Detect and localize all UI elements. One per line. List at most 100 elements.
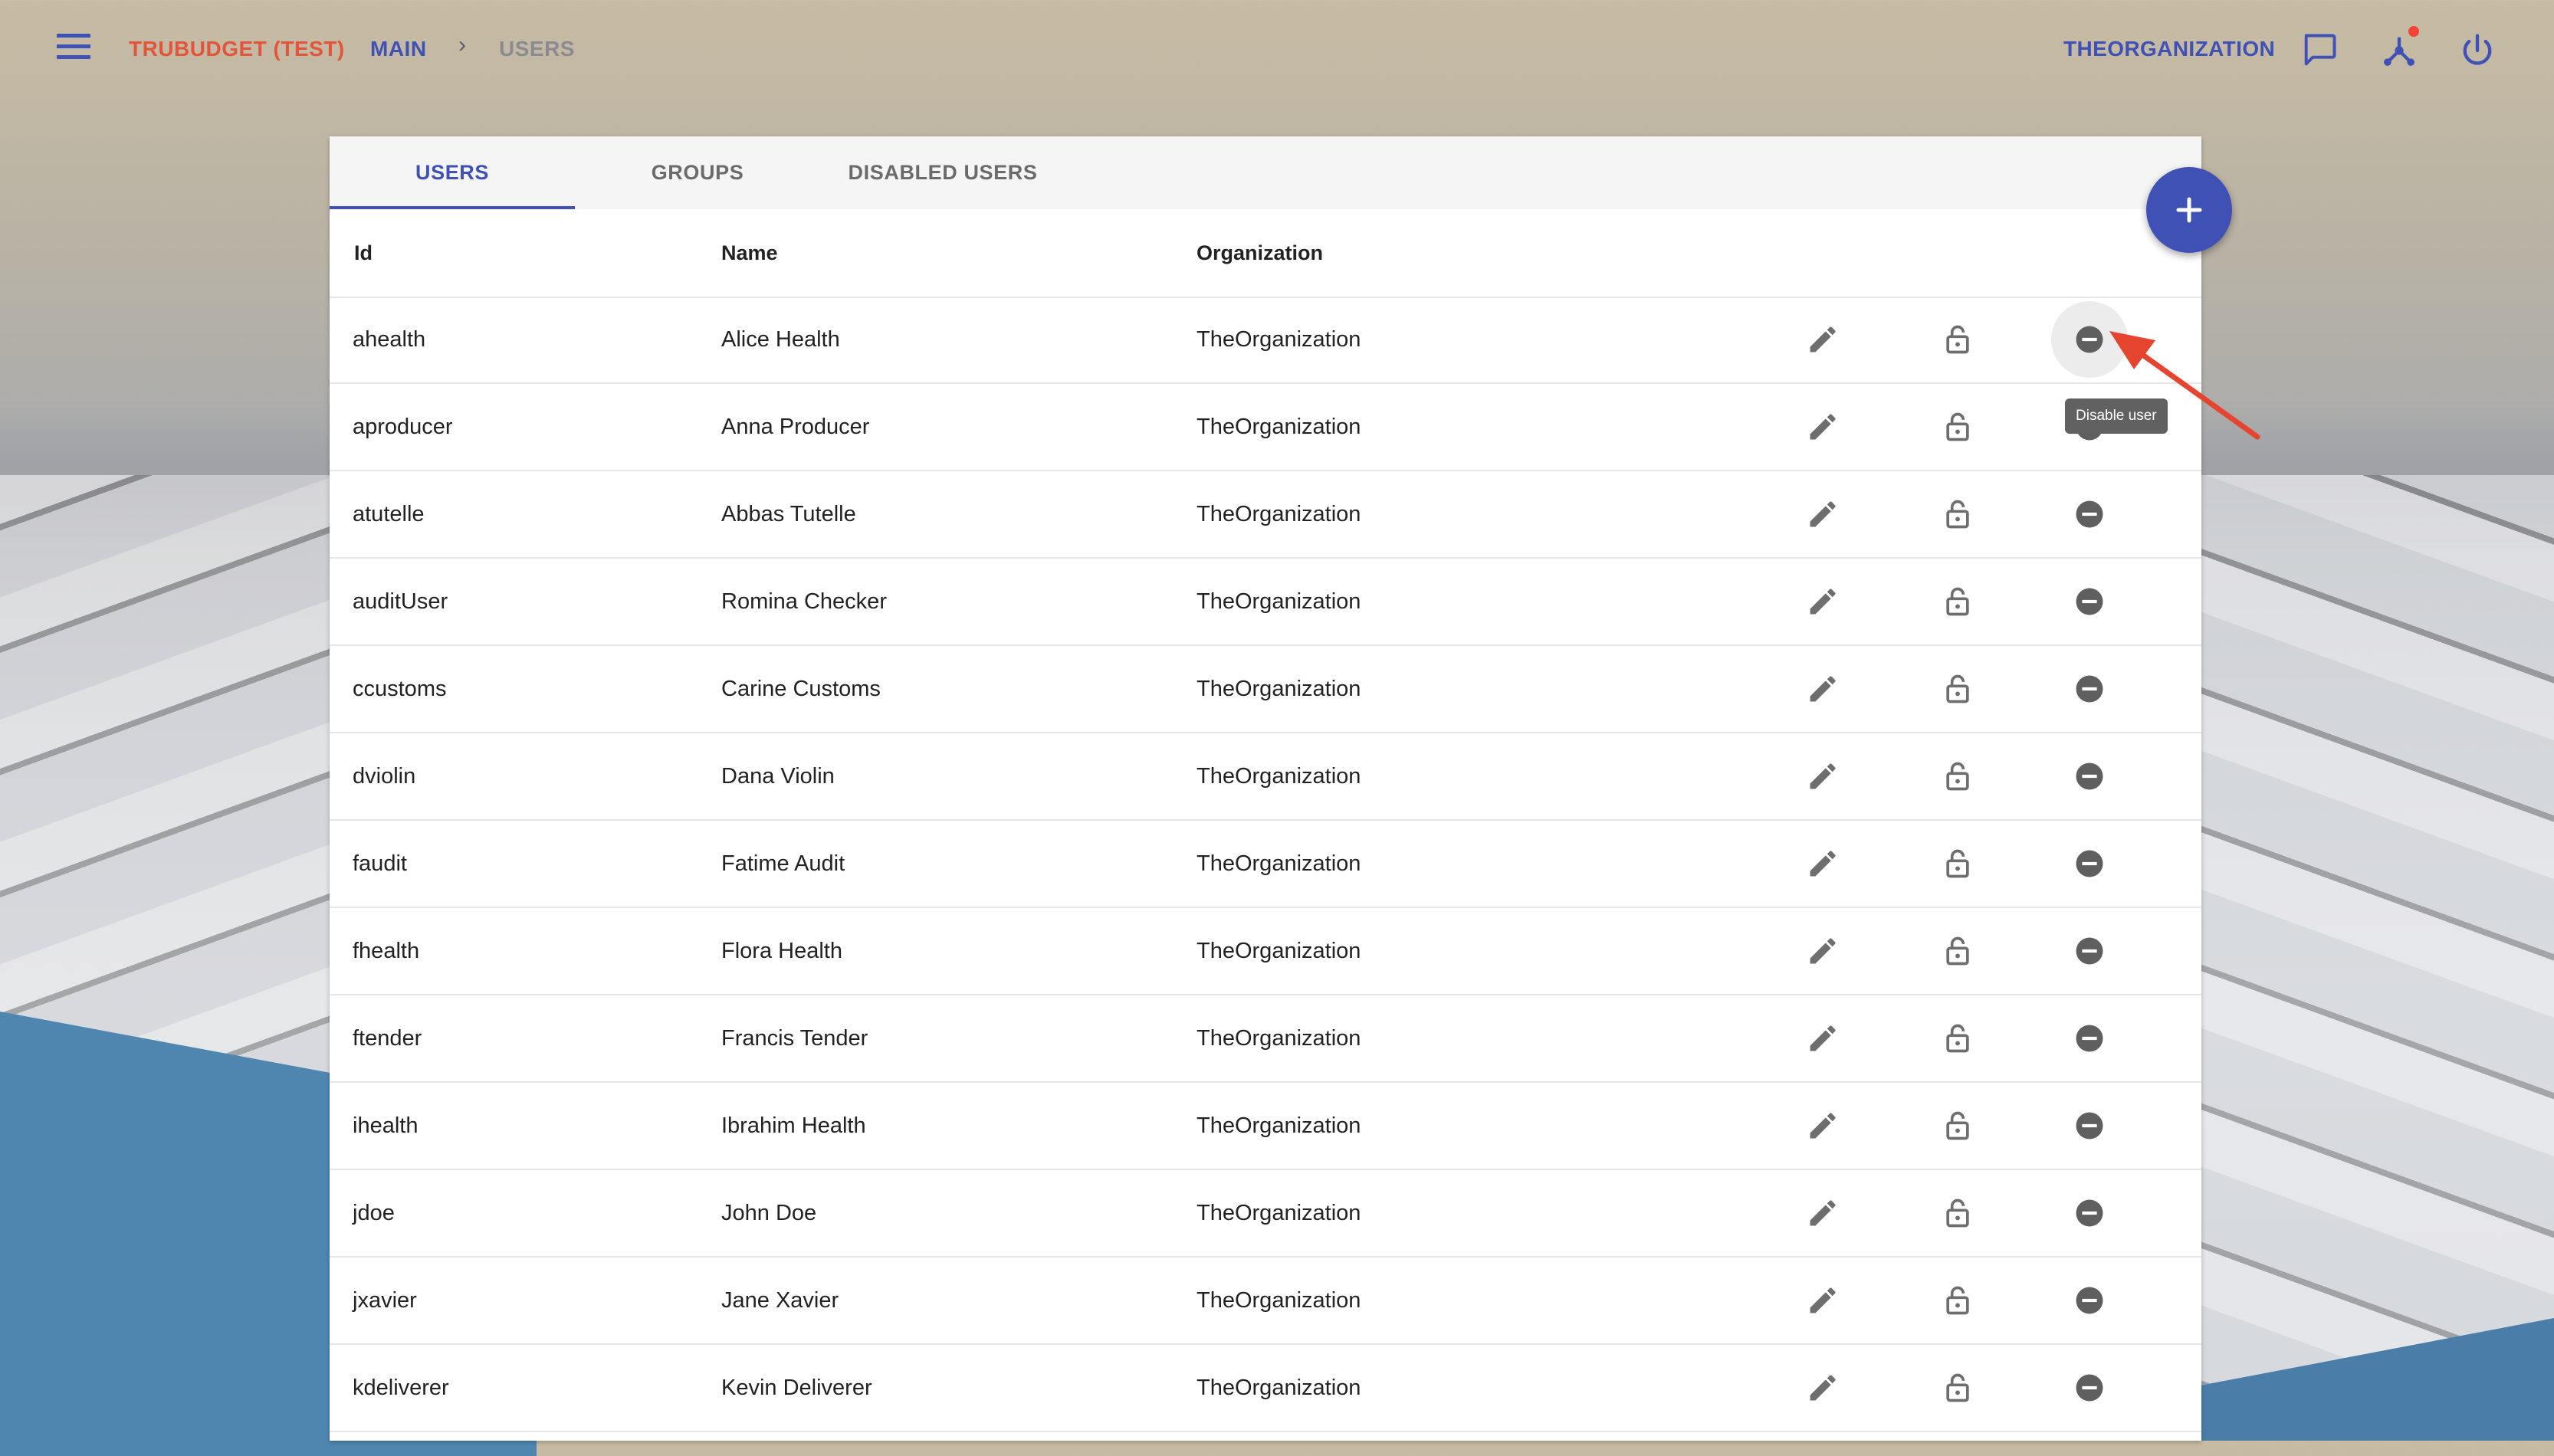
user-id-cell: dviolin — [353, 764, 416, 789]
user-permissions-button[interactable] — [1935, 1015, 1981, 1061]
user-name-cell: Fatime Audit — [721, 851, 845, 876]
network-icon[interactable] — [2379, 26, 2419, 71]
user-name-cell: Kevin Deliverer — [721, 1376, 872, 1400]
disable-user-icon — [2076, 500, 2103, 528]
disable-user-button[interactable] — [2067, 1015, 2112, 1061]
edit-user-button[interactable] — [1800, 1103, 1846, 1149]
user-id-cell: faudit — [353, 851, 407, 876]
disable-user-icon — [2076, 1374, 2103, 1402]
breadcrumb-app-name: TRUBUDGET (TEST) — [129, 37, 345, 61]
disable-user-button[interactable] — [2067, 753, 2112, 799]
disable-user-icon — [2076, 1025, 2103, 1052]
disable-user-button[interactable] — [2067, 1365, 2112, 1411]
breadcrumb-main-link[interactable]: MAIN — [370, 37, 427, 61]
user-permissions-button[interactable] — [1935, 1190, 1981, 1236]
user-name-cell: Jane Xavier — [721, 1288, 839, 1313]
user-id-cell: ccustoms — [353, 677, 447, 701]
disable-user-button[interactable] — [2067, 666, 2112, 712]
user-id-cell: kdeliverer — [353, 1376, 449, 1400]
edit-icon — [1810, 414, 1836, 440]
edit-user-button[interactable] — [1800, 491, 1846, 537]
user-permissions-button[interactable] — [1935, 491, 1981, 537]
edit-icon — [1810, 1375, 1836, 1401]
user-permissions-button[interactable] — [1935, 1365, 1981, 1411]
edit-icon — [1810, 1287, 1836, 1313]
disable-user-button[interactable] — [2067, 1103, 2112, 1149]
table-row: faudit Fatime Audit TheOrganization — [330, 821, 2201, 908]
lock-icon — [1946, 1024, 1969, 1053]
edit-user-button[interactable] — [1800, 666, 1846, 712]
table-row: ihealth Ibrahim Health TheOrganization — [330, 1083, 2201, 1170]
edit-icon — [1810, 1113, 1836, 1139]
edit-user-button[interactable] — [1800, 841, 1846, 887]
tab-users[interactable]: USERS — [330, 136, 575, 209]
user-organization-cell: TheOrganization — [1197, 1288, 1361, 1313]
disable-user-button[interactable] — [2067, 491, 2112, 537]
user-organization-cell: TheOrganization — [1197, 327, 1361, 352]
disable-user-icon — [2076, 675, 2103, 703]
power-icon[interactable] — [2457, 31, 2497, 71]
tab-disabled-users[interactable]: DISABLED USERS — [820, 136, 1065, 209]
edit-user-button[interactable] — [1800, 1277, 1846, 1323]
user-permissions-button[interactable] — [1935, 666, 1981, 712]
user-name-cell: Dana Violin — [721, 764, 835, 789]
edit-user-button[interactable] — [1800, 753, 1846, 799]
chat-icon[interactable] — [2300, 31, 2339, 71]
edit-icon — [1810, 851, 1836, 877]
disable-user-button[interactable] — [2067, 841, 2112, 887]
user-organization-cell: TheOrganization — [1197, 1201, 1361, 1225]
breadcrumb-current: USERS — [499, 37, 575, 61]
disable-user-button[interactable] — [2067, 579, 2112, 625]
user-name-cell: John Doe — [721, 1201, 817, 1225]
user-id-cell: jxavier — [353, 1288, 417, 1313]
user-permissions-button[interactable] — [1935, 404, 1981, 450]
user-organization-cell: TheOrganization — [1197, 764, 1361, 789]
edit-user-button[interactable] — [1800, 1190, 1846, 1236]
user-permissions-button[interactable] — [1935, 928, 1981, 974]
tab-groups[interactable]: GROUPS — [575, 136, 820, 209]
edit-user-button[interactable] — [1800, 404, 1846, 450]
edit-user-button[interactable] — [1800, 1365, 1846, 1411]
table-row: ftender Francis Tender TheOrganization — [330, 995, 2201, 1083]
disable-user-button[interactable] — [2067, 928, 2112, 974]
breadcrumb-separator-icon: › — [458, 32, 467, 57]
user-name-cell: Alice Health — [721, 327, 840, 352]
user-id-cell: jdoe — [353, 1201, 395, 1225]
disable-user-icon — [2076, 588, 2103, 615]
edit-icon — [1810, 676, 1836, 702]
edit-user-button[interactable] — [1800, 316, 1846, 362]
edit-icon — [1810, 938, 1836, 964]
lock-icon — [1946, 1286, 1969, 1315]
table-row: aproducer Anna Producer TheOrganization — [330, 384, 2201, 471]
top-app-bar: TRUBUDGET (TEST) MAIN › USERS THEORGANIZ… — [0, 0, 2554, 100]
user-id-cell: auditUser — [353, 589, 448, 614]
background-solar-panels-right — [2192, 475, 2554, 1441]
lock-icon — [1946, 762, 1969, 791]
table-row: jdoe John Doe TheOrganization — [330, 1170, 2201, 1258]
user-name-cell: Ibrahim Health — [721, 1113, 866, 1138]
user-permissions-button[interactable] — [1935, 1277, 1981, 1323]
user-name-cell: Romina Checker — [721, 589, 887, 614]
disable-user-button[interactable] — [2067, 1190, 2112, 1236]
user-permissions-button[interactable] — [1935, 841, 1981, 887]
user-organization-cell: TheOrganization — [1197, 502, 1361, 526]
user-organization-cell: TheOrganization — [1197, 1376, 1361, 1400]
table-row: kdeliverer Kevin Deliverer TheOrganizati… — [330, 1345, 2201, 1432]
menu-icon[interactable] — [52, 34, 95, 66]
edit-user-button[interactable] — [1800, 928, 1846, 974]
lock-icon — [1946, 587, 1969, 616]
edit-icon — [1810, 501, 1836, 527]
user-permissions-button[interactable] — [1935, 1103, 1981, 1149]
user-organization-cell: TheOrganization — [1197, 677, 1361, 701]
edit-user-button[interactable] — [1800, 579, 1846, 625]
user-permissions-button[interactable] — [1935, 753, 1981, 799]
edit-icon — [1810, 1025, 1836, 1051]
user-permissions-button[interactable] — [1935, 316, 1981, 362]
user-permissions-button[interactable] — [1935, 579, 1981, 625]
add-user-button[interactable] — [2146, 167, 2232, 253]
disable-user-button[interactable] — [2067, 1277, 2112, 1323]
table-row: dviolin Dana Violin TheOrganization — [330, 733, 2201, 821]
user-id-cell: aproducer — [353, 415, 453, 439]
table-row: fhealth Flora Health TheOrganization — [330, 908, 2201, 995]
edit-user-button[interactable] — [1800, 1015, 1846, 1061]
